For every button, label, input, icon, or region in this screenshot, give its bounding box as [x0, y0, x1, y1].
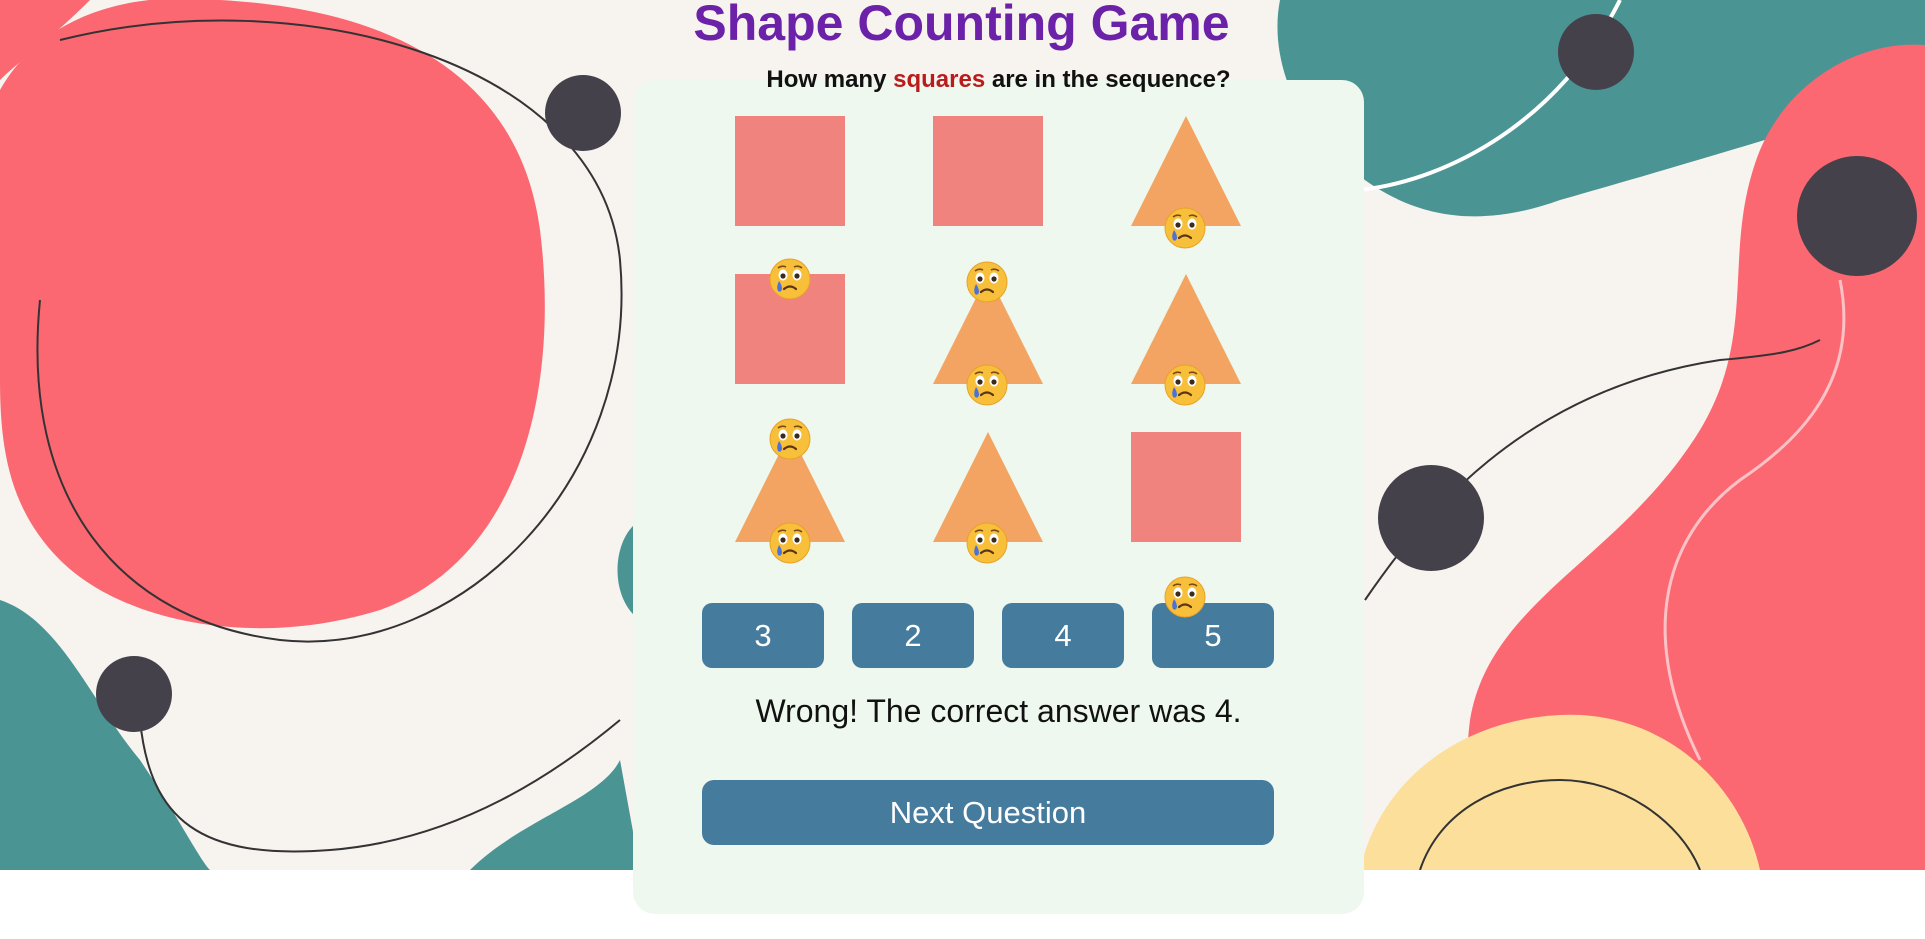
crying-face-icon	[966, 364, 1008, 406]
crying-face-icon	[769, 522, 811, 564]
grid-shape-square	[1131, 432, 1241, 542]
crying-face-icon	[1164, 364, 1206, 406]
answer-button-4[interactable]: 4	[1002, 603, 1124, 668]
crying-face-icon	[966, 261, 1008, 303]
crying-face-icon	[966, 522, 1008, 564]
next-question-button[interactable]: Next Question	[702, 780, 1274, 845]
crying-face-icon	[1164, 576, 1206, 618]
grid-shape-square	[933, 116, 1043, 226]
feedback-message: Wrong! The correct answer was 4.	[755, 693, 1242, 729]
crying-face-icon	[1164, 207, 1206, 249]
game-title: Shape Counting Game	[693, 0, 1230, 51]
answer-button-2[interactable]: 2	[852, 603, 974, 668]
question-text: How many squares are in the sequence?	[633, 70, 1364, 94]
answer-button-3[interactable]: 3	[702, 603, 824, 668]
crying-face-icon	[769, 258, 811, 300]
grid-shape-square	[735, 116, 845, 226]
question-wrapper: How many squares are in the sequence?	[633, 70, 1364, 94]
crying-face-icon	[769, 418, 811, 460]
question-target-word: squares	[893, 70, 986, 93]
